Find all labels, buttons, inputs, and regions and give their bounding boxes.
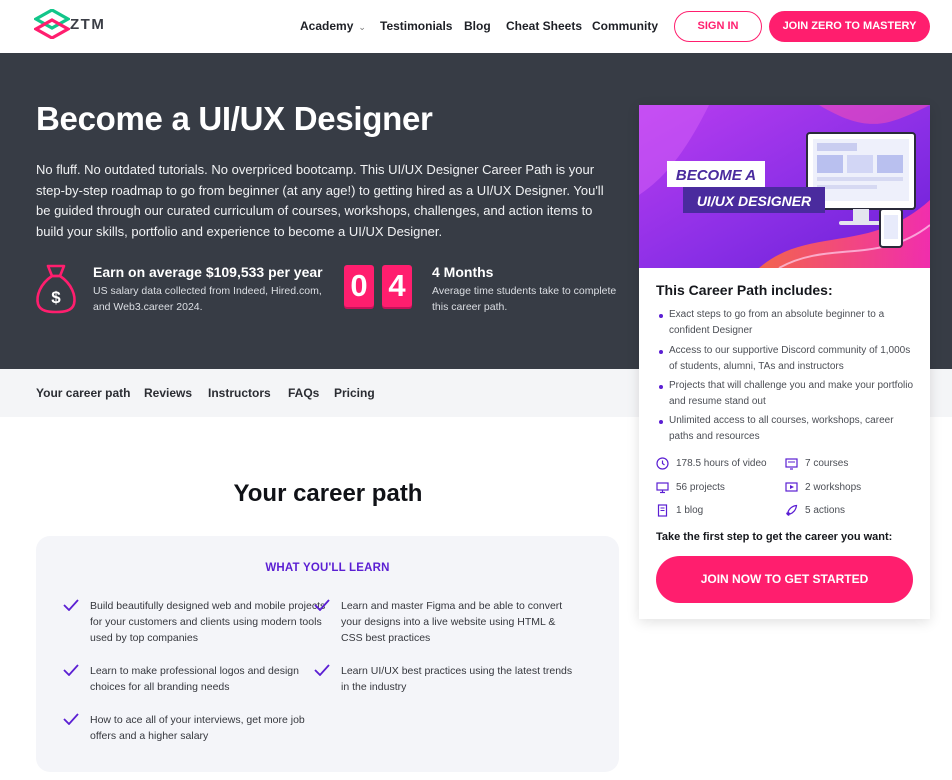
duration-digit: 0	[344, 265, 374, 307]
include-item: Projects that will challenge you and mak…	[669, 380, 914, 407]
money-bag-icon: $	[36, 264, 76, 314]
learn-item: Learn to make professional logos and des…	[90, 665, 299, 693]
learn-item: Learn and master Figma and be able to co…	[341, 600, 563, 644]
include-item: Access to our supportive Discord communi…	[669, 345, 911, 372]
tab-pricing[interactable]: Pricing	[334, 386, 375, 400]
chevron-down-icon: ⌄	[358, 22, 366, 32]
nav-cheat-sheets[interactable]: Cheat Sheets	[506, 19, 582, 33]
bullet-dot	[659, 420, 663, 424]
learn-heading: WHAT YOU'LL LEARN	[265, 562, 390, 574]
bullet-dot	[659, 385, 663, 389]
what-youll-learn-box: WHAT YOU'LL LEARN Build beautifully desi…	[36, 536, 619, 772]
stat-courses: 7 courses	[805, 458, 849, 469]
bullet-dot	[659, 350, 663, 354]
top-navbar: ZTM Academy ⌄ Testimonials Blog Cheat She…	[0, 0, 952, 53]
brand-name[interactable]: ZTM	[70, 16, 105, 33]
stat-blog: 1 blog	[676, 505, 704, 516]
duration-title: 4 Months	[432, 264, 494, 280]
check-icon	[314, 664, 330, 676]
nav-community[interactable]: Community	[592, 19, 658, 33]
course-icon	[785, 458, 798, 470]
document-icon	[657, 504, 668, 517]
svg-text:$: $	[51, 288, 61, 307]
tab-reviews[interactable]: Reviews	[144, 386, 192, 400]
duration-subtitle: Average time students take to complete t…	[432, 285, 617, 313]
include-item: Unlimited access to all courses, worksho…	[669, 415, 894, 442]
workshop-icon	[785, 482, 798, 492]
first-step-text: Take the first step to get the career yo…	[656, 531, 893, 543]
nav-academy[interactable]: Academy ⌄	[300, 19, 366, 33]
check-icon	[63, 664, 79, 676]
career-path-title: Your career path	[233, 480, 423, 507]
check-icon	[63, 713, 79, 725]
clock-icon	[656, 457, 669, 470]
salary-subtitle: US salary data collected from Indeed, Hi…	[93, 285, 322, 313]
stat-hours: 178.5 hours of video	[676, 458, 767, 469]
sign-in-button[interactable]: SIGN IN	[674, 11, 762, 42]
join-button[interactable]: JOIN ZERO TO MASTERY	[769, 11, 930, 42]
learn-item: How to ace all of your interviews, get m…	[90, 714, 305, 742]
tab-instructors[interactable]: Instructors	[208, 386, 271, 400]
nav-blog[interactable]: Blog	[464, 19, 491, 33]
tab-your-career-path[interactable]: Your career path	[36, 386, 130, 400]
learn-item: Learn UI/UX best practices using the lat…	[341, 665, 573, 693]
hero-description: No fluff. No outdated tutorials. No over…	[36, 162, 604, 239]
stat-workshops: 2 workshops	[805, 482, 862, 493]
nav-testimonials[interactable]: Testimonials	[380, 19, 452, 33]
stat-actions: 5 actions	[805, 505, 846, 516]
banner-line-1: BECOME A	[676, 167, 756, 184]
career-path-card: BECOME A UI/UX DESIGNER This Career Path…	[639, 105, 930, 619]
salary-title: Earn on average $109,533 per year	[93, 264, 323, 280]
learn-item: Build beautifully designed web and mobil…	[90, 600, 326, 644]
stat-projects: 56 projects	[676, 482, 725, 493]
course-banner-image: BECOME A UI/UX DESIGNER	[639, 105, 930, 268]
card-title: This Career Path includes:	[656, 282, 833, 298]
ztm-logo[interactable]	[34, 9, 70, 39]
join-now-button[interactable]: JOIN NOW TO GET STARTED	[656, 556, 913, 603]
check-icon	[314, 599, 330, 611]
tab-faqs[interactable]: FAQs	[288, 386, 319, 400]
rocket-icon	[786, 504, 798, 516]
banner-line-2: UI/UX DESIGNER	[697, 193, 812, 209]
duration-digit: 4	[382, 265, 412, 307]
monitor-icon	[656, 482, 669, 494]
check-icon	[63, 599, 79, 611]
include-item: Exact steps to go from an absolute begin…	[669, 309, 885, 336]
bullet-dot	[659, 314, 663, 318]
page-title: Become a UI/UX Designer	[36, 100, 433, 137]
